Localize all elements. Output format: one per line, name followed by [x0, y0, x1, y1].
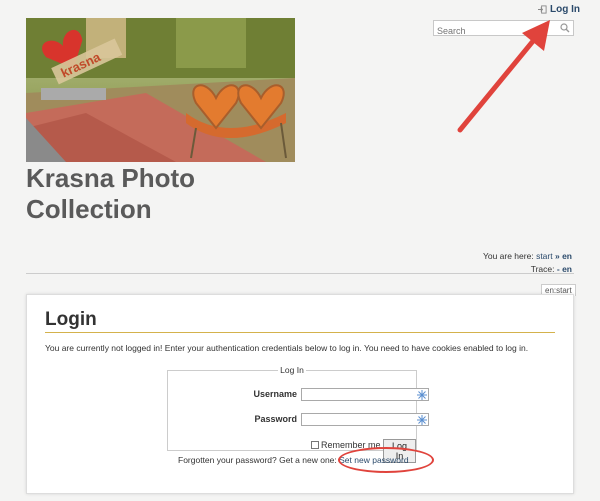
- site-title-line1: Krasna Photo: [26, 163, 196, 193]
- page-title: Login: [45, 309, 97, 330]
- breadcrumb-separator: »: [554, 251, 560, 261]
- username-field[interactable]: [301, 388, 429, 401]
- login-form-legend: Log In: [280, 365, 304, 375]
- trace: Trace: - en: [483, 263, 572, 276]
- autofill-icon[interactable]: [417, 415, 427, 425]
- remember-me-checkbox[interactable]: [311, 441, 319, 449]
- login-icon: [538, 5, 547, 14]
- header-divider: [26, 273, 574, 274]
- login-link[interactable]: Log In: [538, 4, 580, 15]
- breadcrumb-current[interactable]: en: [562, 251, 572, 261]
- you-are-here-label: You are here:: [482, 251, 534, 261]
- you-are-here: You are here: start » en: [483, 250, 572, 263]
- password-label: Password: [254, 414, 297, 424]
- highlight-ellipse: [338, 447, 434, 473]
- password-field[interactable]: [301, 413, 429, 426]
- username-row: Username: [168, 388, 429, 402]
- password-row: Password: [168, 413, 429, 427]
- header-photo: krasna: [26, 18, 295, 162]
- title-underline: [45, 332, 555, 333]
- username-label: Username: [253, 389, 297, 399]
- annotation-arrow: [457, 20, 550, 133]
- forgot-password-text: Forgotten your password? Get a new one:: [178, 455, 337, 465]
- breadcrumb-start[interactable]: start: [536, 251, 553, 261]
- login-form: Log In Username Password Remember me Log…: [167, 365, 429, 463]
- site-title[interactable]: Krasna Photo Collection: [26, 163, 326, 225]
- search-icon[interactable]: [560, 23, 570, 33]
- login-intro-text: You are currently not logged in! Enter y…: [45, 343, 529, 353]
- autofill-icon[interactable]: [417, 390, 427, 400]
- login-link-label: Log In: [550, 4, 580, 15]
- site-title-line2: Collection: [26, 194, 152, 224]
- login-panel: Login You are currently not logged in! E…: [26, 294, 574, 494]
